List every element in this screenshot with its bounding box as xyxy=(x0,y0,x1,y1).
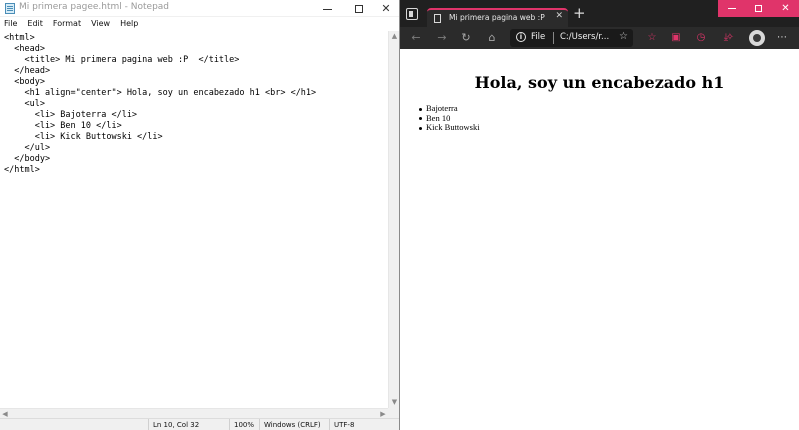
maximize-icon xyxy=(355,5,363,13)
page-heading: Hola, soy un encabezado h1 xyxy=(474,73,725,92)
address-divider xyxy=(553,32,554,44)
vertical-scrollbar[interactable]: ▲ ▼ xyxy=(388,31,399,408)
encoding: UTF-8 xyxy=(329,419,399,430)
tab-strip: Mi primera pagina web :P ✕ + ✕ xyxy=(400,0,799,27)
scroll-down-icon[interactable]: ▼ xyxy=(389,397,400,408)
profile-icon[interactable] xyxy=(749,30,765,46)
code-line: <title> Mi primera pagina web :P </title… xyxy=(4,55,240,65)
menu-help[interactable]: Help xyxy=(120,17,138,31)
code-line: <li> Bajoterra </li> xyxy=(4,110,138,120)
tab-title: Mi primera pagina web :P xyxy=(449,13,545,22)
notepad-window: Mi primera pagee.html - Notepad ✕ File E… xyxy=(0,0,400,430)
history-icon[interactable]: ◷ xyxy=(693,30,709,46)
maximize-icon xyxy=(755,4,762,12)
collections-icon[interactable]: ▣ xyxy=(668,30,684,46)
notepad-menu-bar: File Edit Format View Help xyxy=(0,17,399,31)
horizontal-scrollbar[interactable]: ◀ ▶ xyxy=(0,408,388,418)
cursor-position: Ln 10, Col 32 xyxy=(148,419,226,430)
menu-edit[interactable]: Edit xyxy=(27,17,43,31)
address-url[interactable]: C:/Users/r... xyxy=(560,32,609,42)
close-icon: ✕ xyxy=(381,2,391,15)
code-line: <li> Kick Buttowski </li> xyxy=(4,132,163,142)
more-icon[interactable]: ⋯ xyxy=(774,30,790,46)
browser-toolbar: ← → ↻ ⌂ i File C:/Users/r... ☆ ☆ ▣ ◷ ⤓ ✧… xyxy=(400,27,799,49)
code-line: <head> xyxy=(4,44,45,54)
menu-view[interactable]: View xyxy=(91,17,110,31)
code-content[interactable]: <html> <head> <title> Mi primera pagina … xyxy=(4,33,388,176)
code-line: </head> xyxy=(4,66,51,76)
new-tab-icon[interactable]: + xyxy=(573,6,586,21)
back-icon[interactable]: ← xyxy=(408,30,424,46)
browser-minimize-button[interactable] xyxy=(718,0,745,17)
code-line: </ul> xyxy=(4,143,51,153)
document-icon xyxy=(434,14,441,23)
line-ending: Windows (CRLF) xyxy=(259,419,329,430)
menu-file[interactable]: File xyxy=(4,17,17,31)
minimize-icon xyxy=(322,8,332,10)
code-line: <ul> xyxy=(4,99,45,109)
close-tab-icon[interactable]: ✕ xyxy=(555,11,563,21)
notepad-window-title: Mi primera pagee.html - Notepad xyxy=(19,2,170,12)
list-item: Kick Buttowski xyxy=(419,122,480,132)
zoom-level: 100% xyxy=(229,419,259,430)
reload-icon[interactable]: ↻ xyxy=(458,30,474,46)
notepad-app-icon xyxy=(5,3,15,14)
extensions-icon[interactable]: ✧ xyxy=(722,30,738,46)
tab-actions-icon[interactable] xyxy=(406,8,418,20)
notepad-title-bar[interactable]: Mi primera pagee.html - Notepad ✕ xyxy=(0,0,399,17)
menu-format[interactable]: Format xyxy=(53,17,81,31)
code-line: <body> xyxy=(4,77,45,87)
address-bar[interactable]: i File C:/Users/r... ☆ xyxy=(510,29,633,47)
text-editor-area[interactable]: <html> <head> <title> Mi primera pagina … xyxy=(0,31,388,408)
close-button[interactable]: ✕ xyxy=(368,0,404,17)
code-line: <html> xyxy=(4,33,35,43)
forward-icon[interactable]: → xyxy=(434,30,450,46)
minimize-icon xyxy=(727,7,736,9)
add-favorite-icon[interactable]: ☆ xyxy=(619,31,628,42)
code-line: </body> xyxy=(4,154,51,164)
code-line: </html> xyxy=(4,165,40,175)
code-line: <h1 align="center"> Hola, soy un encabez… xyxy=(4,88,317,98)
home-icon[interactable]: ⌂ xyxy=(484,30,500,46)
minimize-button[interactable] xyxy=(309,0,345,17)
close-icon: ✕ xyxy=(781,3,790,14)
favorites-icon[interactable]: ☆ xyxy=(644,30,660,46)
code-line: <li> Ben 10 </li> xyxy=(4,121,122,131)
address-scheme: File xyxy=(531,32,546,42)
browser-window: Mi primera pagina web :P ✕ + ✕ ← → ↻ ⌂ i… xyxy=(400,0,799,430)
scrollbar-corner xyxy=(388,408,399,418)
page-content: Hola, soy un encabezado h1 Bajoterra Ben… xyxy=(400,49,799,430)
status-bar: Ln 10, Col 32 100% Windows (CRLF) UTF-8 xyxy=(0,418,399,430)
item-list: Bajoterra Ben 10 Kick Buttowski xyxy=(419,103,480,133)
browser-tab[interactable]: Mi primera pagina web :P ✕ xyxy=(427,8,568,27)
browser-close-button[interactable]: ✕ xyxy=(772,0,799,17)
scroll-up-icon[interactable]: ▲ xyxy=(389,31,400,42)
info-icon[interactable]: i xyxy=(516,32,526,42)
browser-maximize-button[interactable] xyxy=(745,0,772,17)
